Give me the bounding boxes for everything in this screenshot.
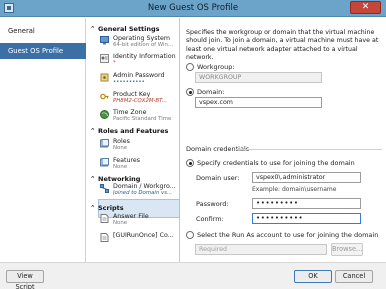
section-scripts[interactable]: ⌃ Scripts bbox=[90, 204, 124, 212]
panel-description: Specifies the workgroup or domain that t… bbox=[186, 29, 379, 61]
workgroup-radio[interactable] bbox=[186, 63, 194, 71]
confirm-label: Confirm: bbox=[196, 215, 224, 223]
cancel-button[interactable]: Cancel bbox=[335, 270, 373, 283]
confirm-input[interactable]: •••••••••• bbox=[252, 213, 361, 224]
browse-button[interactable]: Browse... bbox=[331, 243, 363, 256]
domain-label: Domain: bbox=[197, 88, 225, 96]
runas-account-input[interactable]: Required bbox=[195, 244, 327, 255]
title-bar: New Guest OS Profile ✕ bbox=[0, 0, 386, 17]
specify-credentials-radio[interactable] bbox=[186, 159, 194, 167]
view-script-button[interactable]: View Script bbox=[6, 270, 44, 289]
password-input[interactable]: ••••••••• bbox=[252, 198, 361, 209]
domain-radio[interactable] bbox=[186, 88, 194, 96]
nav-general[interactable]: General bbox=[0, 23, 86, 39]
dialog-footer: View Script OK Cancel bbox=[0, 262, 386, 289]
admin-password-icon bbox=[100, 73, 109, 82]
domain-user-label: Domain user: bbox=[196, 174, 240, 182]
password-label: Password: bbox=[196, 200, 229, 208]
close-button[interactable]: ✕ bbox=[350, 1, 381, 14]
domain-icon bbox=[100, 184, 109, 193]
collapse-icon: ⌃ bbox=[90, 25, 96, 33]
time-zone-icon bbox=[100, 110, 109, 119]
section-roles-features[interactable]: ⌃ Roles and Features bbox=[90, 127, 168, 135]
product-key-icon bbox=[100, 93, 109, 100]
collapse-icon: ⌃ bbox=[90, 204, 96, 212]
guirunonce-icon bbox=[100, 233, 109, 242]
answer-file-icon bbox=[100, 214, 109, 223]
section-networking[interactable]: ⌃ Networking bbox=[90, 175, 140, 183]
specify-credentials-label: Specify credentials to use for joining t… bbox=[197, 159, 355, 167]
nav-guest-os-profile[interactable]: Guest OS Profile bbox=[0, 43, 86, 59]
left-nav: General Guest OS Profile bbox=[0, 18, 86, 289]
features-icon bbox=[100, 158, 109, 167]
workgroup-label: Workgroup: bbox=[197, 63, 235, 71]
domain-settings-panel: Specifies the workgroup or domain that t… bbox=[181, 18, 386, 289]
window-title: New Guest OS Profile bbox=[147, 3, 239, 13]
section-general-settings[interactable]: ⌃ General Settings bbox=[90, 25, 160, 33]
runas-account-radio[interactable] bbox=[186, 231, 194, 239]
settings-tree: ⌃ General Settings Operating System 64-bi… bbox=[88, 18, 180, 289]
collapse-icon: ⌃ bbox=[90, 175, 96, 183]
identity-icon bbox=[100, 54, 109, 63]
example-hint: Example: domain\username bbox=[252, 186, 337, 193]
operating-system-icon bbox=[100, 36, 109, 45]
collapse-icon: ⌃ bbox=[90, 127, 96, 135]
roles-icon bbox=[100, 139, 109, 148]
domain-input[interactable]: vspex.com bbox=[195, 97, 322, 108]
group-divider bbox=[236, 149, 382, 150]
runas-account-label: Select the Run As account to use for joi… bbox=[197, 231, 379, 239]
workgroup-input[interactable]: WORKGROUP bbox=[195, 72, 322, 83]
ok-button[interactable]: OK bbox=[294, 270, 332, 283]
domain-user-input[interactable]: vspex0\.administrator bbox=[252, 172, 361, 183]
